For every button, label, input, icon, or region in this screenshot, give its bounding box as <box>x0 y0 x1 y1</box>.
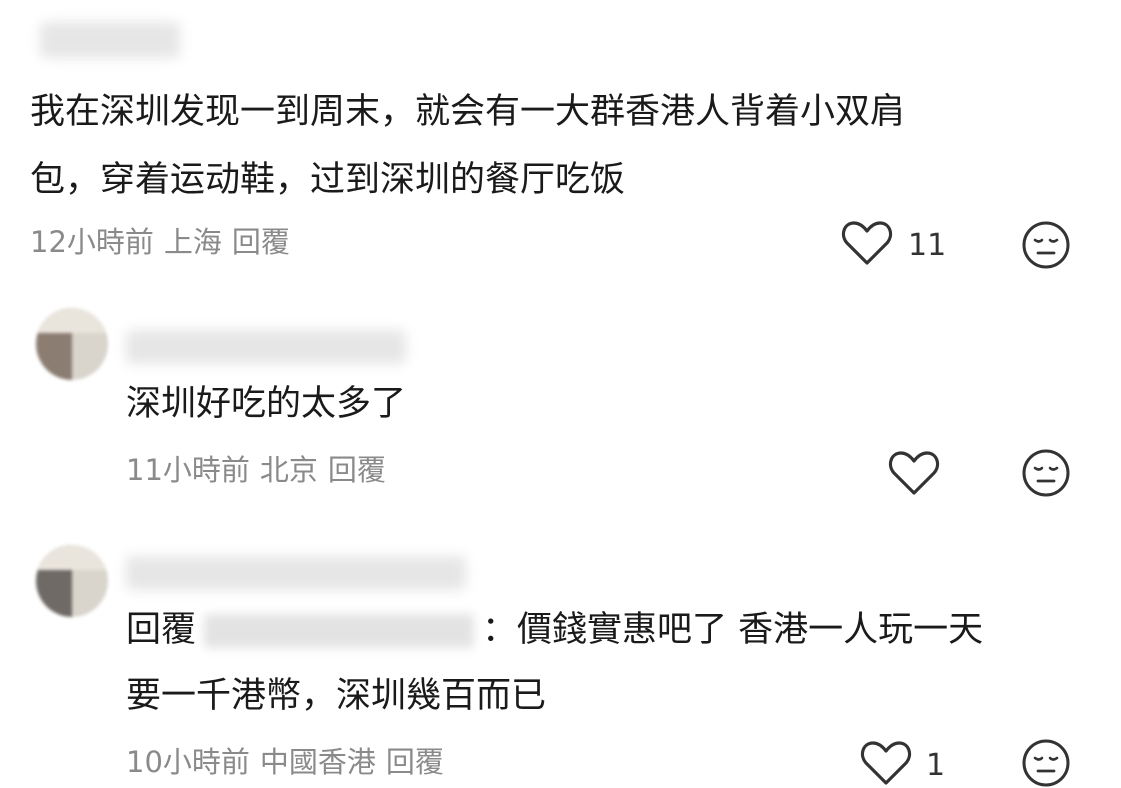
comment-text-line-1: 深圳好吃的太多了 <box>126 384 407 424</box>
neutral-face-icon[interactable] <box>1021 448 1071 498</box>
timestamp: 10小時前 <box>126 745 250 779</box>
location: 上海 <box>163 225 222 259</box>
neutral-face-icon[interactable] <box>1021 738 1071 788</box>
username-blurred[interactable] <box>126 556 466 590</box>
comment-text-line-1: 我在深圳发现一到周末，就会有一大群香港人背着小双肩 <box>30 92 906 132</box>
like-count: 1 <box>926 748 946 783</box>
comment-meta: 12小時前 上海 回覆 <box>30 222 290 262</box>
reply-text: ：價錢實惠吧了 香港一人玩一天 <box>482 610 984 650</box>
timestamp: 11小時前 <box>126 453 250 487</box>
reply-button[interactable]: 回覆 <box>328 453 386 487</box>
mentioned-user-blurred[interactable] <box>204 614 475 648</box>
comment-meta: 11小時前 北京 回覆 <box>126 450 386 490</box>
heart-icon[interactable] <box>860 740 912 786</box>
location: 中國香港 <box>259 745 376 779</box>
avatar[interactable] <box>36 545 108 617</box>
comment-text-line-1: 回覆 ：價錢實惠吧了 香港一人玩一天 <box>126 594 983 666</box>
like-count: 11 <box>908 228 947 263</box>
comment-text-line-2: 要一千港幣，深圳幾百而已 <box>126 676 547 716</box>
reply-prefix: 回覆 <box>126 610 197 650</box>
reply-button[interactable]: 回覆 <box>386 745 444 779</box>
heart-icon[interactable] <box>841 220 893 266</box>
heart-icon[interactable] <box>888 450 940 496</box>
username-blurred[interactable] <box>126 330 406 364</box>
comment-text-line-2: 包，穿着运动鞋，过到深圳的餐厅吃饭 <box>30 160 626 200</box>
location: 北京 <box>259 453 318 487</box>
avatar[interactable] <box>36 308 108 380</box>
username-blurred[interactable] <box>40 22 180 58</box>
timestamp: 12小時前 <box>30 225 154 259</box>
neutral-face-icon[interactable] <box>1021 220 1071 270</box>
comment-meta: 10小時前 中國香港 回覆 <box>126 742 444 782</box>
reply-button[interactable]: 回覆 <box>232 225 290 259</box>
